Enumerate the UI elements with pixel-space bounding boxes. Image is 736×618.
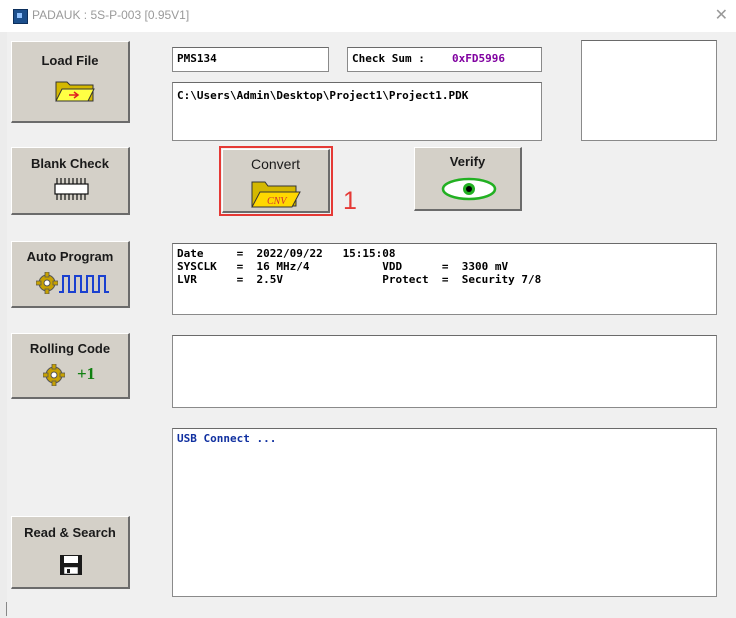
log-output: USB Connect ... xyxy=(172,428,717,597)
checksum-label: Check Sum : xyxy=(352,52,432,65)
read-search-button[interactable]: Read & Search xyxy=(11,516,130,589)
rolling-increment-text: +1 xyxy=(77,364,96,383)
device-info-line-date: Date = 2022/09/22 15:15:08 xyxy=(177,247,396,260)
close-icon[interactable]: ✕ xyxy=(715,5,728,25)
window-left-edge xyxy=(0,32,7,618)
device-info-line-sysclk: SYSCLK = 16 MHz/4 VDD = 3300 mV xyxy=(177,260,509,273)
floppy-disk-icon xyxy=(60,555,82,575)
rolling-gear-icon xyxy=(43,364,65,386)
auto-program-label: Auto Program xyxy=(26,249,114,264)
device-info-panel: Date = 2022/09/22 15:15:08 SYSCLK = 16 M… xyxy=(172,243,717,315)
file-path-field: C:\Users\Admin\Desktop\Project1\Project1… xyxy=(172,82,542,141)
app-icon xyxy=(13,9,28,24)
checksum-field: Check Sum : 0xFD5996 xyxy=(347,47,542,72)
blank-check-button[interactable]: Blank Check xyxy=(11,147,130,215)
rolling-code-button[interactable]: Rolling Code +1 xyxy=(11,333,130,399)
checksum-value: 0xFD5996 xyxy=(452,52,505,65)
load-file-label: Load File xyxy=(41,53,99,68)
device-info-line-lvr: LVR = 2.5V Protect = Security 7/8 xyxy=(177,273,542,286)
blank-check-label: Blank Check xyxy=(30,156,110,171)
title-bar: PADAUK : 5S-P-003 [0.95V1] ✕ xyxy=(0,0,736,32)
app-window: PADAUK : 5S-P-003 [0.95V1] ✕ Load File P… xyxy=(0,0,736,618)
annotation-number: 1 xyxy=(343,187,357,215)
ic-name-value: PMS134 xyxy=(177,52,217,65)
auto-program-button[interactable]: Auto Program xyxy=(11,241,130,308)
gear-icon xyxy=(36,272,58,294)
pulse-wave-icon xyxy=(59,275,109,293)
file-path-value: C:\Users\Admin\Desktop\Project1\Project1… xyxy=(177,89,469,102)
log-text: USB Connect ... xyxy=(177,432,277,445)
folder-open-icon xyxy=(55,81,95,102)
annotation-highlight xyxy=(219,146,333,216)
window-border-mark xyxy=(6,602,7,616)
ic-name-field: PMS134 xyxy=(172,47,329,72)
ic-chip-icon xyxy=(54,178,89,200)
window-title: PADAUK : 5S-P-003 [0.95V1] xyxy=(32,8,190,22)
read-search-label: Read & Search xyxy=(24,525,116,540)
rolling-code-label: Rolling Code xyxy=(29,341,111,356)
verify-button[interactable]: Verify xyxy=(414,147,522,211)
verify-label: Verify xyxy=(449,154,486,169)
preview-box xyxy=(581,40,717,141)
load-file-button[interactable]: Load File xyxy=(11,41,130,123)
eye-icon xyxy=(441,177,497,201)
rolling-code-display xyxy=(172,335,717,408)
